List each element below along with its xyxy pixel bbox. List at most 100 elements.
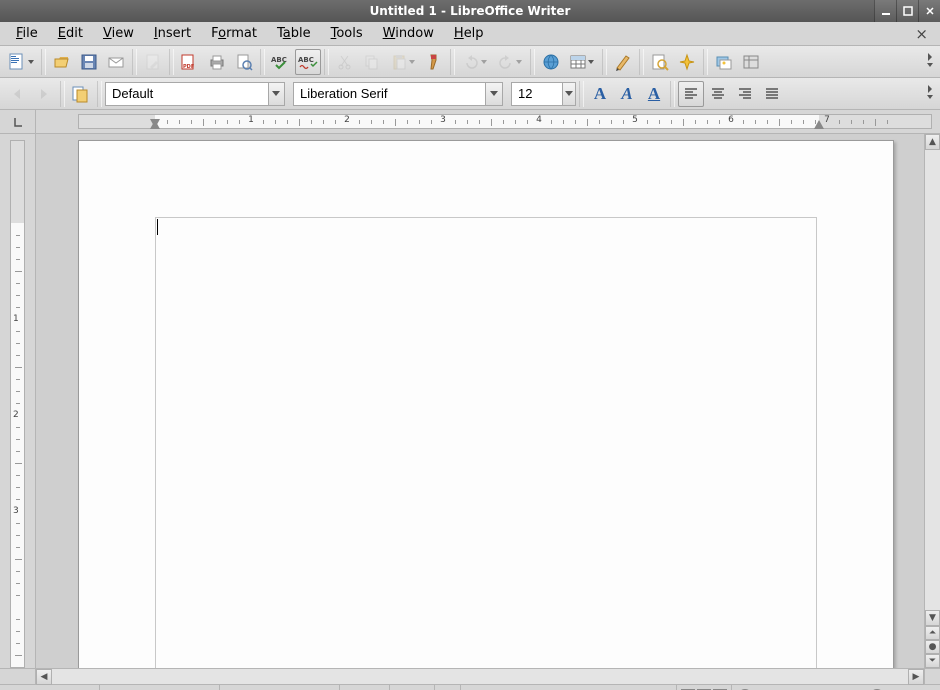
print-button[interactable] bbox=[204, 49, 230, 75]
align-center-button[interactable] bbox=[705, 81, 731, 107]
status-info bbox=[461, 685, 677, 690]
text-body-frame bbox=[155, 217, 817, 668]
close-document-button[interactable]: × bbox=[909, 25, 934, 43]
underline-button[interactable]: A bbox=[641, 81, 667, 107]
minimize-button[interactable] bbox=[874, 0, 896, 22]
previous-page-button[interactable]: ⏶ bbox=[925, 626, 940, 640]
paragraph-style-dropdown-button[interactable] bbox=[268, 83, 284, 105]
align-left-button[interactable] bbox=[678, 81, 704, 107]
nav-forward-button[interactable] bbox=[31, 81, 57, 107]
navigation-buttons: ⏶ ● ⏷ bbox=[925, 626, 940, 668]
maximize-button[interactable] bbox=[896, 0, 918, 22]
menu-tools[interactable]: Tools bbox=[321, 24, 373, 43]
export-pdf-button[interactable]: PDF bbox=[177, 49, 203, 75]
align-justify-button[interactable] bbox=[759, 81, 785, 107]
gallery-button[interactable] bbox=[711, 49, 737, 75]
open-button[interactable] bbox=[49, 49, 75, 75]
status-selection-mode[interactable]: STD bbox=[390, 685, 435, 690]
font-name-dropdown-button[interactable] bbox=[485, 83, 502, 105]
italic-button[interactable]: A bbox=[614, 81, 640, 107]
cut-button[interactable] bbox=[332, 49, 358, 75]
tab-stop-type-button[interactable] bbox=[0, 110, 36, 134]
status-page-style[interactable]: Default bbox=[100, 685, 220, 690]
align-right-button[interactable] bbox=[732, 81, 758, 107]
hscroll-right-corner bbox=[924, 669, 940, 684]
menu-window[interactable]: Window bbox=[373, 24, 444, 43]
hscroll-track[interactable] bbox=[52, 669, 908, 684]
navigator-button[interactable] bbox=[674, 49, 700, 75]
separator bbox=[602, 49, 607, 75]
scroll-left-button[interactable]: ◀ bbox=[36, 669, 52, 685]
status-signature[interactable] bbox=[435, 685, 461, 690]
separator bbox=[703, 49, 708, 75]
standard-toolbar: PDF ABC ABC bbox=[0, 46, 940, 78]
paragraph-style-input[interactable] bbox=[106, 86, 268, 101]
font-name-input[interactable] bbox=[294, 86, 485, 101]
email-button[interactable] bbox=[103, 49, 129, 75]
vertical-ruler[interactable]: 123 bbox=[10, 140, 25, 668]
status-insert-mode[interactable]: INSRT bbox=[340, 685, 390, 690]
scroll-down-button[interactable]: ▼ bbox=[925, 610, 940, 626]
hyperlink-button[interactable] bbox=[538, 49, 564, 75]
menu-table[interactable]: Table bbox=[267, 24, 321, 43]
status-language[interactable]: English (USA) bbox=[220, 685, 340, 690]
horizontal-scrollbar[interactable]: ◀ ▶ bbox=[36, 669, 924, 684]
scroll-right-button[interactable]: ▶ bbox=[908, 669, 924, 685]
paste-button[interactable] bbox=[386, 49, 420, 75]
font-size-input[interactable] bbox=[512, 86, 562, 101]
edit-file-button[interactable] bbox=[140, 49, 166, 75]
work-area: 123 ▲ ▼ ⏶ ● ⏷ bbox=[0, 134, 940, 668]
new-document-button[interactable] bbox=[4, 49, 38, 75]
menubar: File Edit View Insert Format Table Tools… bbox=[0, 22, 940, 46]
status-page[interactable]: Page 1 / 1 bbox=[0, 685, 100, 690]
menu-help[interactable]: Help bbox=[444, 24, 494, 43]
insert-table-button[interactable] bbox=[565, 49, 599, 75]
vertical-ruler-column: 123 bbox=[0, 134, 36, 668]
font-size-dropdown-button[interactable] bbox=[562, 83, 576, 105]
navigation-target-button[interactable]: ● bbox=[925, 640, 940, 654]
hscroll-corner bbox=[0, 669, 36, 684]
show-draw-functions-button[interactable] bbox=[610, 49, 636, 75]
paragraph-style-combo[interactable] bbox=[105, 82, 285, 106]
window-title: Untitled 1 - LibreOffice Writer bbox=[0, 4, 940, 18]
redo-button[interactable] bbox=[493, 49, 527, 75]
menu-edit[interactable]: Edit bbox=[48, 24, 93, 43]
menu-view[interactable]: View bbox=[93, 24, 144, 43]
svg-text:ABC: ABC bbox=[298, 56, 314, 64]
separator bbox=[450, 49, 455, 75]
save-button[interactable] bbox=[76, 49, 102, 75]
nav-back-button[interactable] bbox=[4, 81, 30, 107]
toolbar-overflow-button[interactable] bbox=[924, 49, 936, 75]
menu-insert[interactable]: Insert bbox=[144, 24, 201, 43]
separator bbox=[97, 81, 102, 107]
menu-file[interactable]: File bbox=[6, 24, 48, 43]
format-paintbrush-button[interactable] bbox=[421, 49, 447, 75]
find-replace-button[interactable] bbox=[647, 49, 673, 75]
vscroll-track[interactable] bbox=[925, 150, 940, 610]
font-name-combo[interactable] bbox=[293, 82, 503, 106]
data-sources-button[interactable] bbox=[738, 49, 764, 75]
menu-format[interactable]: Format bbox=[201, 24, 267, 43]
next-page-button[interactable]: ⏷ bbox=[925, 654, 940, 668]
styles-formatting-button[interactable] bbox=[68, 81, 94, 107]
print-preview-button[interactable] bbox=[231, 49, 257, 75]
toolbar-overflow-button[interactable] bbox=[924, 81, 936, 107]
auto-spellcheck-button[interactable]: ABC bbox=[295, 49, 321, 75]
scroll-up-button[interactable]: ▲ bbox=[925, 134, 940, 150]
copy-button[interactable] bbox=[359, 49, 385, 75]
formatting-toolbar: A A A bbox=[0, 78, 940, 110]
document-viewport[interactable] bbox=[36, 134, 924, 668]
horizontal-ruler[interactable]: 1234567 bbox=[36, 110, 940, 133]
undo-button[interactable] bbox=[458, 49, 492, 75]
font-size-combo[interactable] bbox=[511, 82, 576, 106]
page bbox=[78, 140, 894, 668]
bold-button[interactable]: A bbox=[587, 81, 613, 107]
separator bbox=[169, 49, 174, 75]
ruler-row: 1234567 bbox=[0, 110, 940, 134]
separator bbox=[579, 81, 584, 107]
vertical-scrollbar[interactable]: ▲ ▼ ⏶ ● ⏷ bbox=[924, 134, 940, 668]
view-layout-buttons bbox=[677, 685, 732, 690]
close-button[interactable] bbox=[918, 0, 940, 22]
status-zoom[interactable]: 100% bbox=[890, 685, 940, 690]
spellcheck-button[interactable]: ABC bbox=[268, 49, 294, 75]
